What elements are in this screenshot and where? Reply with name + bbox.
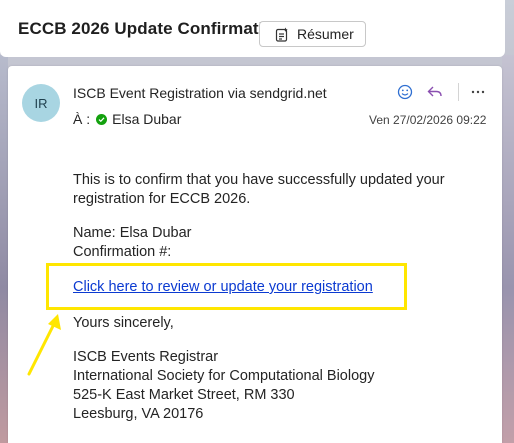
review-registration-link[interactable]: Click here to review or update your regi… [73,279,373,295]
reply-icon[interactable] [424,81,446,103]
emoji-icon[interactable] [394,81,416,103]
message-actions [394,81,489,103]
sender-name[interactable]: ISCB Event Registration via sendgrid.net [73,85,327,101]
email-message: IR ISCB Event Registration via sendgrid.… [8,66,502,443]
signature-line-3: 525-K East Market Street, RM 330 [73,387,295,403]
more-icon[interactable] [467,81,489,103]
signature-line-2: International Society for Computational … [73,368,375,384]
subject-bar: ECCB 2026 Update Confirmation Résumer [0,0,505,57]
recipient-name[interactable]: Elsa Dubar [112,111,181,127]
summarize-label: Résumer [297,26,354,42]
body-line-1: This is to confirm that you have success… [73,172,445,188]
email-subject: ECCB 2026 Update Confirmation [18,19,285,38]
background-left [0,55,8,443]
background-right [502,55,514,443]
to-label: À : [73,111,91,127]
confirmation-line: Confirmation #: [73,244,172,260]
summarize-icon [275,27,288,42]
signature-line-1: ISCB Events Registrar [73,349,219,365]
closing-line: Yours sincerely, [73,315,174,331]
message-date: Ven 27/02/2026 09:22 [369,113,487,127]
name-line: Name: Elsa Dubar [73,225,192,241]
body-line-2: registration for ECCB 2026. [73,191,251,207]
recipient-row: À : Elsa Dubar [73,111,181,127]
presence-available-icon [96,113,108,125]
annotation-arrow-icon [27,314,61,376]
actions-divider [458,83,459,101]
avatar[interactable]: IR [22,84,60,122]
signature-line-4: Leesburg, VA 20176 [73,406,204,422]
summarize-button[interactable]: Résumer [259,21,366,47]
